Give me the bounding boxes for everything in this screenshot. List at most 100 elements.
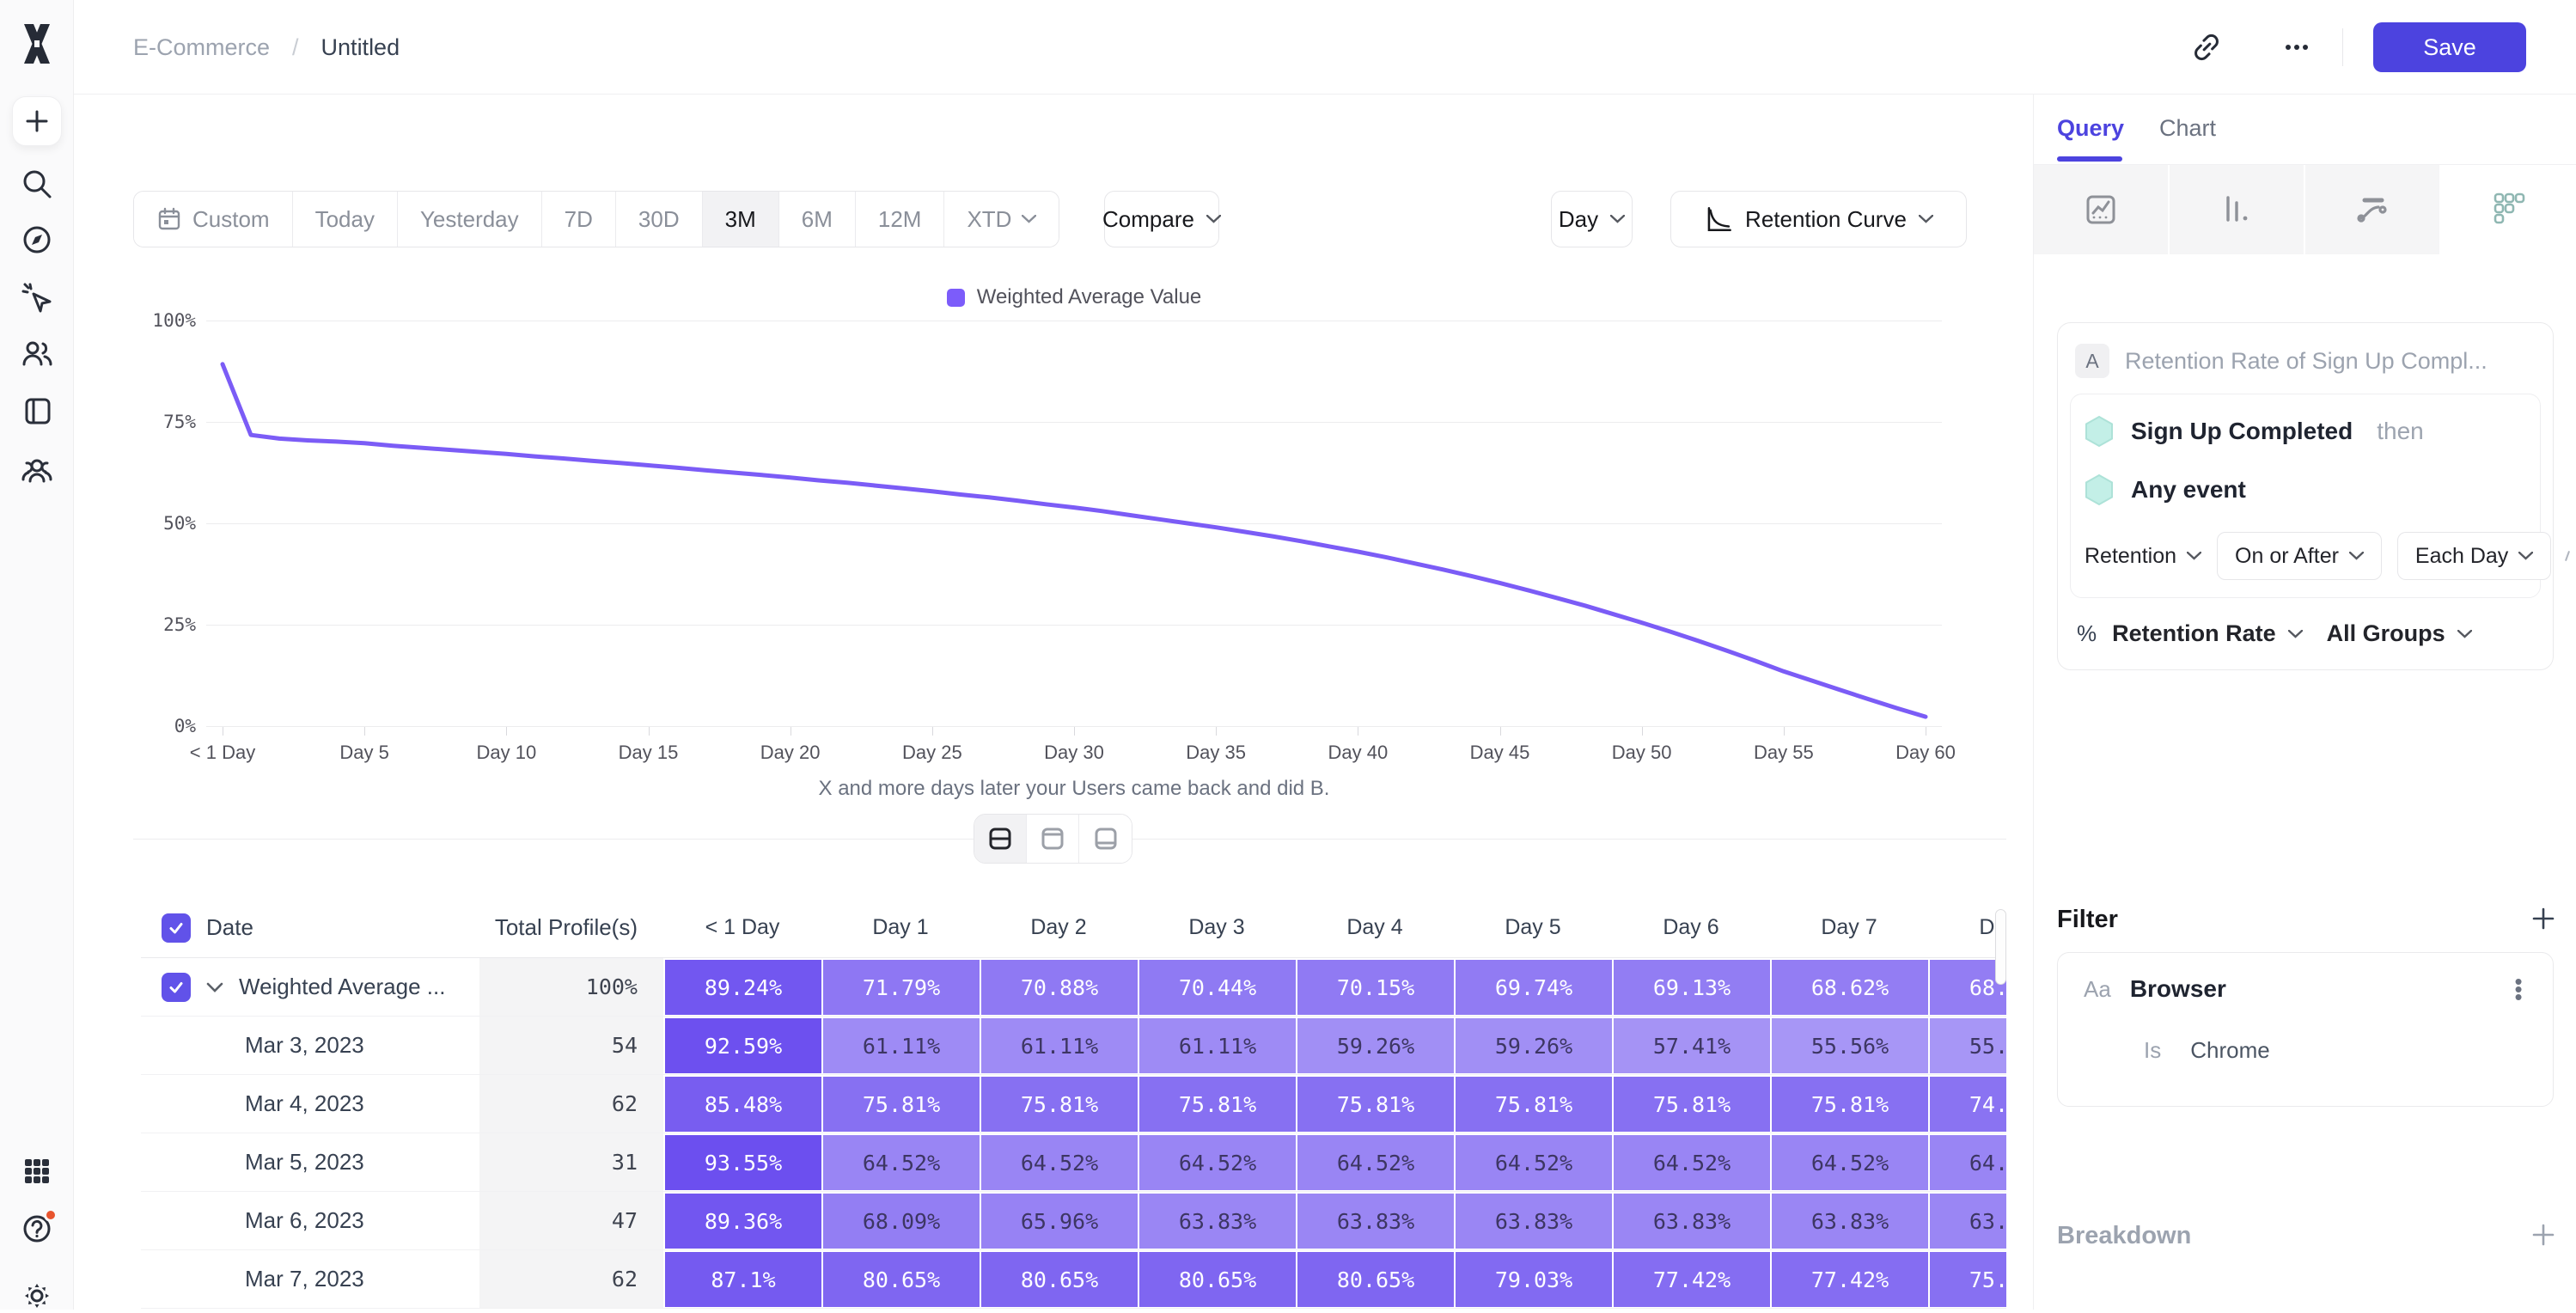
table-row: Mar 5, 20233193.55%64.52%64.52%64.52%64.… — [141, 1133, 2006, 1192]
chart-only-icon — [1038, 824, 1067, 853]
retention-cell: 89.24% — [663, 958, 821, 1016]
app-logo-icon[interactable] — [17, 22, 57, 65]
filter-operator[interactable]: Is — [2144, 1037, 2161, 1064]
event-a-name[interactable]: Sign Up Completed — [2131, 418, 2353, 445]
event-b-name[interactable]: Any event — [2131, 476, 2246, 504]
expand-chevron-icon[interactable] — [206, 982, 223, 992]
filter-card[interactable]: Aa Browser ••• Is Chrome — [2057, 952, 2554, 1107]
tab-chart[interactable]: Chart — [2159, 115, 2216, 142]
retention-cell: 71.79% — [821, 958, 980, 1016]
range-yesterday[interactable]: Yesterday — [398, 192, 542, 247]
range-6m[interactable]: 6M — [779, 192, 856, 247]
link-icon — [2190, 31, 2223, 64]
tab-bar-chart[interactable] — [2170, 165, 2305, 254]
row-checkbox[interactable] — [162, 913, 191, 943]
x-axis-label: Day 35 — [1186, 742, 1246, 764]
event-row-return[interactable]: Any event — [2085, 473, 2526, 506]
range-custom[interactable]: Custom — [134, 192, 293, 247]
layout-chart-only-button[interactable] — [1027, 815, 1079, 863]
bar-chart-icon — [2218, 191, 2256, 229]
notebook-icon[interactable] — [20, 394, 54, 428]
tab-line-chart[interactable] — [2034, 165, 2170, 254]
ellipsis-icon — [2282, 33, 2311, 62]
step-badge: A — [2075, 344, 2109, 378]
on-or-after-dropdown[interactable]: On or After — [2217, 532, 2382, 580]
chevron-down-icon — [2457, 630, 2472, 638]
tab-retention-grid[interactable] — [2441, 165, 2576, 254]
save-button[interactable]: Save — [2373, 22, 2526, 72]
tab-flow-chart[interactable] — [2305, 165, 2441, 254]
x-axis-tick — [1642, 727, 1643, 736]
compass-icon[interactable] — [20, 223, 54, 257]
retention-cell: 55.56% — [1770, 1017, 1928, 1074]
range-30d[interactable]: 30D — [616, 192, 703, 247]
users-icon[interactable] — [20, 336, 54, 370]
retention-cell: 80.65% — [1138, 1250, 1296, 1308]
retention-cell: 87.1% — [663, 1250, 821, 1308]
date-range-picker: Custom Today Yesterday 7D 30D 3M6M12MXTD — [133, 191, 1059, 247]
add-filter-button[interactable] — [2530, 906, 2556, 931]
add-breakdown-button[interactable] — [2530, 1222, 2556, 1248]
retention-curve-icon — [1704, 205, 1733, 234]
chevron-down-icon — [1206, 215, 1221, 223]
groups-dropdown[interactable]: All Groups — [2327, 620, 2445, 647]
search-icon[interactable] — [20, 167, 54, 201]
range-3m[interactable]: 3M — [703, 192, 779, 247]
x-axis-tick — [1500, 727, 1501, 736]
x-axis-tick — [506, 727, 507, 736]
cohort-icon[interactable] — [20, 453, 54, 487]
table-row: Weighted Average ...100%89.24%71.79%70.8… — [141, 958, 2006, 1017]
chart-type-tabs — [2034, 165, 2576, 254]
x-axis-label: Day 50 — [1612, 742, 1672, 764]
apps-grid-icon[interactable] — [20, 1154, 54, 1188]
x-axis-tick — [1074, 727, 1075, 736]
event-row-first[interactable]: Sign Up Completed then — [2085, 415, 2526, 448]
help-button[interactable] — [20, 1212, 54, 1246]
range-label: Yesterday — [420, 206, 519, 233]
day-column-header: Day 1 — [821, 898, 980, 957]
layout-table-only-button[interactable] — [1079, 815, 1132, 863]
filter-value[interactable]: Chrome — [2190, 1037, 2269, 1064]
x-axis-label: Day 15 — [619, 742, 679, 764]
event-hexagon-icon — [2085, 415, 2114, 448]
row-checkbox[interactable] — [162, 973, 191, 1002]
query-definition-card: A Retention Rate of Sign Up Compl... Sig… — [2057, 322, 2554, 670]
new-report-button[interactable] — [12, 96, 62, 146]
range-label: 30D — [638, 206, 680, 233]
clipped-control — [2565, 551, 2570, 561]
x-axis-tick — [364, 727, 365, 736]
compare-button[interactable]: Compare — [1104, 191, 1219, 247]
copy-link-button[interactable] — [2183, 24, 2230, 70]
retention-cell: 75.81% — [821, 1075, 980, 1133]
granularity-label: Day — [1559, 206, 1598, 233]
retention-cell: 63.83% — [1296, 1192, 1454, 1249]
range-today[interactable]: Today — [293, 192, 398, 247]
retention-mode-dropdown[interactable]: Retention — [2085, 544, 2201, 569]
range-7d[interactable]: 7D — [542, 192, 616, 247]
retention-cell: 70.15% — [1296, 958, 1454, 1016]
retention-cell: 61.11% — [821, 1017, 980, 1074]
range-12m[interactable]: 12M — [856, 192, 945, 247]
kebab-menu-icon[interactable]: ••• — [2510, 978, 2527, 1001]
settings-gear-icon[interactable] — [20, 1279, 54, 1313]
retention-cell: 70.88% — [980, 958, 1138, 1016]
filter-property[interactable]: Browser — [2130, 975, 2226, 1003]
retention-cell: 75.81% — [1138, 1075, 1296, 1133]
breadcrumb-parent[interactable]: E-Commerce — [133, 34, 270, 61]
x-axis-label: Day 5 — [339, 742, 388, 764]
measure-dropdown[interactable]: Retention Rate — [2112, 620, 2276, 647]
range-xtd[interactable]: XTD — [944, 192, 1059, 247]
chart-type-dropdown[interactable]: Retention Curve — [1670, 191, 1967, 247]
filter-heading: Filter — [2057, 906, 2118, 934]
tab-query[interactable]: Query — [2057, 115, 2124, 142]
each-day-dropdown[interactable]: Each Day — [2397, 532, 2551, 580]
table-scrollbar-thumb[interactable] — [1995, 909, 2006, 985]
range-label: Today — [315, 206, 375, 233]
query-title-input[interactable]: Retention Rate of Sign Up Compl... — [2125, 348, 2487, 375]
magic-cursor-icon[interactable] — [20, 280, 54, 315]
breadcrumb-current[interactable]: Untitled — [321, 34, 400, 61]
more-options-button[interactable] — [2274, 24, 2320, 70]
granularity-dropdown[interactable]: Day — [1551, 191, 1633, 247]
total-profiles-cell: 31 — [479, 1133, 663, 1191]
layout-chart-and-table-button[interactable] — [974, 815, 1027, 863]
